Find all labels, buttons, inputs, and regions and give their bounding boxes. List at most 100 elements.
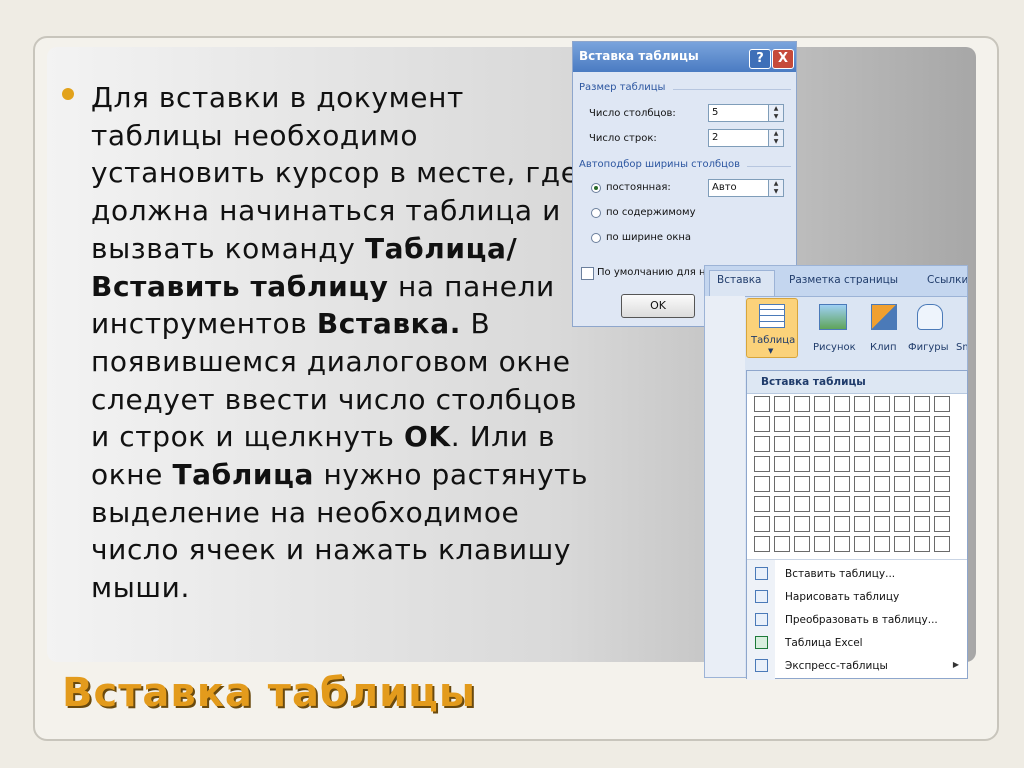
grid-cell[interactable] [854, 476, 870, 492]
grid-cell[interactable] [754, 516, 770, 532]
grid-cell[interactable] [874, 396, 890, 412]
grid-cell[interactable] [854, 436, 870, 452]
grid-cell[interactable] [874, 436, 890, 452]
grid-cell[interactable] [794, 476, 810, 492]
grid-cell[interactable] [854, 416, 870, 432]
grid-cell[interactable] [894, 416, 910, 432]
grid-cell[interactable] [834, 456, 850, 472]
menu-item-insert-table[interactable]: Вставить таблицу... [747, 563, 967, 586]
grid-cell[interactable] [834, 396, 850, 412]
grid-cell[interactable] [814, 536, 830, 552]
grid-cell[interactable] [814, 456, 830, 472]
grid-cell[interactable] [754, 396, 770, 412]
spin-up-icon[interactable]: ▲ [768, 130, 783, 138]
grid-cell[interactable] [934, 416, 950, 432]
close-button[interactable]: X [772, 49, 794, 69]
ok-button[interactable]: OK [621, 294, 695, 318]
cols-spinner[interactable]: 5 ▲ ▼ [708, 104, 784, 122]
grid-cell[interactable] [814, 436, 830, 452]
grid-cell[interactable] [894, 496, 910, 512]
grid-cell[interactable] [934, 476, 950, 492]
fixed-radio[interactable] [591, 183, 601, 193]
rows-spinner[interactable]: 2 ▲ ▼ [708, 129, 784, 147]
menu-item-convert-table[interactable]: Преобразовать в таблицу... [747, 609, 967, 632]
spin-down-icon[interactable]: ▼ [768, 188, 783, 196]
help-button[interactable]: ? [749, 49, 771, 69]
table-button[interactable]: Таблица ▼ [746, 298, 798, 358]
grid-cell[interactable] [854, 456, 870, 472]
grid-cell[interactable] [774, 536, 790, 552]
grid-cell[interactable] [774, 396, 790, 412]
grid-cell[interactable] [874, 536, 890, 552]
grid-cell[interactable] [934, 436, 950, 452]
grid-cell[interactable] [754, 496, 770, 512]
picture-button-label[interactable]: Рисунок [813, 342, 856, 353]
clip-icon[interactable] [871, 304, 897, 330]
grid-cell[interactable] [794, 396, 810, 412]
clip-button-label[interactable]: Клип [870, 342, 897, 353]
grid-cell[interactable] [794, 456, 810, 472]
menu-item-draw-table[interactable]: Нарисовать таблицу [747, 586, 967, 609]
default-checkbox[interactable] [581, 267, 594, 280]
grid-cell[interactable] [814, 496, 830, 512]
grid-cell[interactable] [854, 536, 870, 552]
grid-cell[interactable] [854, 396, 870, 412]
grid-cell[interactable] [914, 516, 930, 532]
grid-cell[interactable] [894, 476, 910, 492]
grid-cell[interactable] [894, 536, 910, 552]
grid-cell[interactable] [814, 396, 830, 412]
grid-cell[interactable] [834, 436, 850, 452]
grid-cell[interactable] [814, 476, 830, 492]
spin-up-icon[interactable]: ▲ [768, 180, 783, 188]
menu-item-excel-table[interactable]: Таблица Excel [747, 632, 967, 655]
grid-cell[interactable] [914, 496, 930, 512]
grid-cell[interactable] [814, 416, 830, 432]
grid-cell[interactable] [934, 456, 950, 472]
grid-cell[interactable] [874, 516, 890, 532]
grid-cell[interactable] [774, 516, 790, 532]
tab-page-layout[interactable]: Разметка страницы [789, 274, 898, 286]
grid-cell[interactable] [834, 496, 850, 512]
spin-up-icon[interactable]: ▲ [768, 105, 783, 113]
grid-cell[interactable] [834, 536, 850, 552]
grid-cell[interactable] [814, 516, 830, 532]
grid-cell[interactable] [754, 536, 770, 552]
spin-down-icon[interactable]: ▼ [768, 113, 783, 121]
grid-cell[interactable] [774, 476, 790, 492]
grid-cell[interactable] [914, 416, 930, 432]
grid-cell[interactable] [774, 456, 790, 472]
grid-cell[interactable] [794, 536, 810, 552]
grid-cell[interactable] [914, 456, 930, 472]
grid-cell[interactable] [894, 456, 910, 472]
grid-cell[interactable] [934, 396, 950, 412]
grid-cell[interactable] [934, 496, 950, 512]
grid-cell[interactable] [894, 436, 910, 452]
grid-cell[interactable] [754, 476, 770, 492]
grid-cell[interactable] [834, 416, 850, 432]
grid-cell[interactable] [834, 516, 850, 532]
grid-cell[interactable] [854, 496, 870, 512]
grid-cell[interactable] [774, 436, 790, 452]
grid-cell[interactable] [834, 476, 850, 492]
shapes-button-label[interactable]: Фигуры [908, 342, 949, 353]
grid-cell[interactable] [914, 396, 930, 412]
grid-cell[interactable] [774, 416, 790, 432]
grid-cell[interactable] [854, 516, 870, 532]
grid-cell[interactable] [914, 536, 930, 552]
content-radio[interactable] [591, 208, 601, 218]
grid-cell[interactable] [754, 436, 770, 452]
grid-cell[interactable] [774, 496, 790, 512]
fixed-width-spinner[interactable]: Авто ▲ ▼ [708, 179, 784, 197]
grid-cell[interactable] [874, 456, 890, 472]
picture-icon[interactable] [819, 304, 847, 330]
grid-cell[interactable] [894, 516, 910, 532]
grid-cell[interactable] [794, 496, 810, 512]
menu-item-quick-tables[interactable]: Экспресс-таблицы ▶ [747, 655, 967, 678]
grid-cell[interactable] [934, 536, 950, 552]
grid-cell[interactable] [874, 476, 890, 492]
grid-cell[interactable] [914, 476, 930, 492]
grid-cell[interactable] [914, 436, 930, 452]
grid-cell[interactable] [934, 516, 950, 532]
spin-down-icon[interactable]: ▼ [768, 138, 783, 146]
window-radio[interactable] [591, 233, 601, 243]
